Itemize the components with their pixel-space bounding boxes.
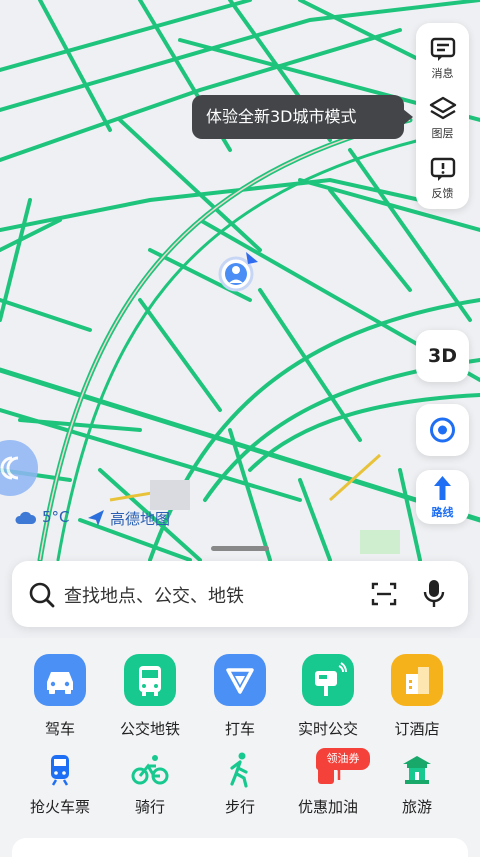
temperature: 5°C [42, 508, 70, 526]
travel-icon [403, 756, 431, 784]
3d-mode-tooltip[interactable]: 体验全新3D城市模式 [192, 95, 413, 139]
shortcut-label: 步行 [224, 798, 255, 816]
shortcut-label: 骑行 [134, 798, 165, 816]
layers-label: 图层 [431, 127, 454, 140]
message-icon [430, 37, 456, 61]
brand-name: 高德地图 [110, 510, 171, 528]
feedback-button[interactable]: 反馈 [416, 147, 469, 205]
message-label: 消息 [431, 67, 454, 80]
map-view[interactable]: 消息 图层 反馈 体验全新3D城市模式 3D 路线 5°C 高德地图 [0, 0, 480, 640]
shortcut-walk[interactable]: 步行 [192, 750, 288, 817]
drag-handle[interactable] [211, 546, 269, 551]
amap-logo-icon [88, 510, 104, 526]
weather-widget[interactable]: 5°C [12, 507, 70, 529]
car-icon [47, 672, 73, 694]
layers-icon [429, 96, 457, 120]
route-label: 路线 [431, 506, 454, 519]
service-taxi[interactable]: 打车 [192, 654, 288, 739]
bicycle-icon [131, 755, 169, 785]
shortcut-cycling[interactable]: 骑行 [102, 750, 198, 817]
hotel-tile [391, 654, 443, 706]
search-input[interactable]: 查找地点、公交、地铁 [64, 582, 244, 608]
feedback-label: 反馈 [431, 187, 454, 200]
message-button[interactable]: 消息 [416, 27, 469, 85]
brand-logo: 高德地图 [86, 507, 170, 529]
service-realtime-bus[interactable]: 实时公交 [280, 654, 376, 739]
taxi-icon [226, 668, 254, 694]
fuel-coupon-badge: 领油券 [316, 748, 370, 770]
shortcut-label: 旅游 [401, 798, 432, 816]
service-transit[interactable]: 公交地铁 [102, 654, 198, 739]
shortcut-label: 抢火车票 [29, 798, 90, 816]
shortcut-label: 优惠加油 [297, 798, 358, 816]
hotel-icon [406, 667, 429, 694]
route-button[interactable]: 路线 [416, 470, 469, 524]
service-label: 实时公交 [297, 720, 358, 738]
realtime-bus-tile [302, 654, 354, 706]
train-icon [51, 755, 69, 786]
cloud-icon [15, 511, 37, 524]
map-side-panel: 消息 图层 反馈 [416, 23, 469, 209]
shortcut-travel[interactable]: 旅游 [369, 750, 465, 817]
bottom-card[interactable] [12, 838, 468, 857]
microphone-icon[interactable] [420, 578, 448, 610]
bus-icon [139, 666, 161, 696]
bubble-logo-icon [0, 456, 19, 480]
service-label: 公交地铁 [119, 720, 180, 738]
locate-button[interactable] [416, 404, 469, 456]
layers-button[interactable]: 图层 [416, 87, 469, 145]
transit-tile [124, 654, 176, 706]
service-label: 驾车 [44, 720, 75, 738]
drive-tile [34, 654, 86, 706]
search-bar[interactable]: 查找地点、公交、地铁 [12, 561, 468, 627]
floating-bubble[interactable] [0, 440, 38, 496]
shortcut-train[interactable]: 抢火车票 [12, 750, 108, 817]
user-location-marker [218, 252, 258, 292]
service-label: 打车 [224, 720, 255, 738]
service-label: 订酒店 [394, 720, 440, 738]
route-arrow-icon [434, 476, 451, 500]
service-hotel[interactable]: 订酒店 [369, 654, 465, 739]
bus-stop-icon [315, 662, 347, 696]
feedback-icon [430, 157, 456, 181]
locate-icon [430, 417, 455, 443]
service-drive[interactable]: 驾车 [12, 654, 108, 739]
3d-view-button[interactable]: 3D [416, 330, 469, 382]
search-icon [29, 582, 55, 608]
taxi-tile [214, 654, 266, 706]
walk-icon [230, 752, 248, 788]
scan-icon[interactable] [370, 580, 398, 608]
